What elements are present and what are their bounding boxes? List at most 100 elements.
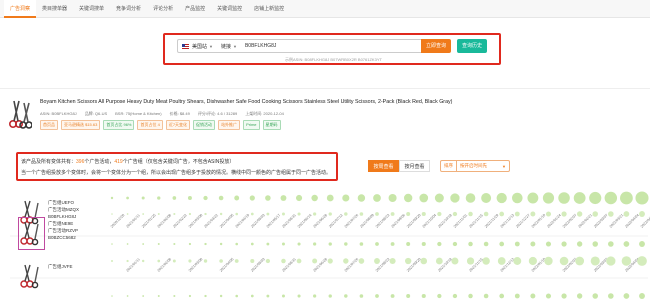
ad-activity-bubble[interactable] xyxy=(608,293,614,299)
view-monthly-button[interactable]: 按月查看 xyxy=(399,160,430,172)
ad-activity-bubble[interactable] xyxy=(234,195,240,201)
ad-activity-bubble[interactable] xyxy=(172,259,176,263)
market-select[interactable]: 美国站 xyxy=(192,43,207,50)
ad-activity-bubble[interactable] xyxy=(297,212,301,216)
ad-activity-bubble[interactable] xyxy=(576,211,583,217)
ad-activity-bubble[interactable] xyxy=(435,257,443,265)
ad-activity-bubble[interactable] xyxy=(126,196,129,200)
ad-activity-bubble[interactable] xyxy=(373,194,381,202)
ad-activity-bubble[interactable] xyxy=(542,192,555,204)
ad-activity-bubble[interactable] xyxy=(483,293,489,299)
ad-activity-bubble[interactable] xyxy=(157,196,161,200)
ad-activity-bubble[interactable] xyxy=(266,242,270,246)
ad-activity-bubble[interactable] xyxy=(514,293,520,299)
ad-activity-bubble[interactable] xyxy=(623,241,630,247)
ad-activity-bubble[interactable] xyxy=(281,242,285,246)
ad-activity-bubble[interactable] xyxy=(172,196,177,200)
ad-activity-bubble[interactable] xyxy=(545,211,552,217)
ad-activity-bubble[interactable] xyxy=(437,241,442,247)
ad-activity-bubble[interactable] xyxy=(483,241,489,247)
ad-activity-bubble[interactable] xyxy=(297,294,301,298)
sort-value[interactable]: 按开启时间先 xyxy=(457,163,502,169)
search-input-group[interactable]: 美国站 ▼ 链接 ▼ B0BFLKHG8J xyxy=(177,39,423,53)
ad-activity-bubble[interactable] xyxy=(497,257,506,265)
ad-activity-bubble[interactable] xyxy=(403,193,413,203)
ad-activity-bubble[interactable] xyxy=(390,294,395,298)
ad-activity-bubble[interactable] xyxy=(496,192,507,204)
ad-activity-bubble[interactable] xyxy=(592,241,598,247)
tab-4[interactable]: 评论分析 xyxy=(147,0,179,18)
ad-activity-bubble[interactable] xyxy=(344,242,348,246)
tab-5[interactable]: 产品监控 xyxy=(179,0,211,18)
ad-activity-bubble[interactable] xyxy=(559,256,569,266)
ad-activity-bubble[interactable] xyxy=(313,212,317,216)
ad-activity-bubble[interactable] xyxy=(499,241,505,247)
ad-activity-bubble[interactable] xyxy=(608,241,614,247)
ad-activity-bubble[interactable] xyxy=(311,194,318,202)
ad-activity-bubble[interactable] xyxy=(573,192,586,204)
ad-activity-bubble[interactable] xyxy=(344,212,348,216)
tab-0[interactable]: 广告洞察 xyxy=(4,0,37,18)
ad-activity-bubble[interactable] xyxy=(406,294,411,298)
ad-activity-bubble[interactable] xyxy=(437,293,442,299)
ad-activity-bubble[interactable] xyxy=(281,294,285,298)
ad-activity-bubble[interactable] xyxy=(481,193,492,203)
ad-activity-bubble[interactable] xyxy=(157,259,161,263)
ad-activity-bubble[interactable] xyxy=(203,259,208,263)
ad-activity-bubble[interactable] xyxy=(639,241,645,247)
ad-activity-bubble[interactable] xyxy=(483,211,489,217)
ad-activity-bubble[interactable] xyxy=(235,212,239,216)
ad-activity-bubble[interactable] xyxy=(281,212,285,216)
ad-activity-bubble[interactable] xyxy=(327,258,333,264)
ad-activity-bubble[interactable] xyxy=(219,294,223,298)
ad-activity-bubble[interactable] xyxy=(499,211,505,217)
ad-activity-bubble[interactable] xyxy=(620,191,633,205)
ad-activity-bubble[interactable] xyxy=(639,211,645,217)
sort-select[interactable]: 排序 按开启时间先 ▼ xyxy=(440,160,510,172)
tab-3[interactable]: 竞争词分析 xyxy=(110,0,147,18)
ad-activity-bubble[interactable] xyxy=(204,294,207,298)
ad-activity-bubble[interactable] xyxy=(576,241,583,247)
ad-activity-bubble[interactable] xyxy=(250,242,254,246)
ad-activity-bubble[interactable] xyxy=(265,258,271,264)
ad-activity-bubble[interactable] xyxy=(312,258,318,264)
ad-activity-bubble[interactable] xyxy=(111,213,113,215)
ad-activity-bubble[interactable] xyxy=(544,256,553,266)
ad-activity-bubble[interactable] xyxy=(359,294,364,298)
ad-activity-bubble[interactable] xyxy=(452,241,458,247)
view-weekly-button[interactable]: 按周查看 xyxy=(368,160,399,172)
ad-activity-bubble[interactable] xyxy=(561,241,567,247)
ad-activity-bubble[interactable] xyxy=(235,242,239,246)
ad-activity-bubble[interactable] xyxy=(375,242,379,246)
ad-activity-bubble[interactable] xyxy=(576,293,583,299)
ad-activity-bubble[interactable] xyxy=(514,211,520,217)
tab-1[interactable]: 类目搜单器 xyxy=(36,0,73,18)
ad-activity-bubble[interactable] xyxy=(111,295,113,297)
ad-activity-bubble[interactable] xyxy=(482,257,490,265)
ad-activity-bubble[interactable] xyxy=(313,294,317,298)
ad-activity-bubble[interactable] xyxy=(545,241,552,247)
ad-activity-bubble[interactable] xyxy=(375,294,379,298)
ad-activity-bubble[interactable] xyxy=(592,293,598,299)
ad-activity-bubble[interactable] xyxy=(219,242,223,246)
ad-activity-bubble[interactable] xyxy=(173,212,176,216)
ad-activity-bubble[interactable] xyxy=(249,195,255,201)
ad-activity-bubble[interactable] xyxy=(142,243,145,245)
ad-activity-bubble[interactable] xyxy=(295,194,303,202)
ad-activity-bubble[interactable] xyxy=(358,258,365,264)
ad-activity-bubble[interactable] xyxy=(141,196,145,200)
tab-2[interactable]: 关键词搜单 xyxy=(73,0,110,18)
ad-activity-bubble[interactable] xyxy=(434,193,444,203)
ad-activity-bubble[interactable] xyxy=(359,242,364,246)
ad-activity-bubble[interactable] xyxy=(157,213,160,215)
query-button[interactable]: 立即查询 xyxy=(421,39,451,53)
ad-activity-bubble[interactable] xyxy=(514,241,520,247)
ad-activity-bubble[interactable] xyxy=(110,196,114,200)
ad-activity-bubble[interactable] xyxy=(420,257,428,265)
ad-activity-bubble[interactable] xyxy=(468,211,473,217)
ad-activity-bubble[interactable] xyxy=(374,258,380,264)
ad-activity-bubble[interactable] xyxy=(126,243,129,245)
ad-activity-bubble[interactable] xyxy=(590,256,600,266)
ad-activity-bubble[interactable] xyxy=(512,192,523,204)
ad-activity-bubble[interactable] xyxy=(328,294,332,298)
